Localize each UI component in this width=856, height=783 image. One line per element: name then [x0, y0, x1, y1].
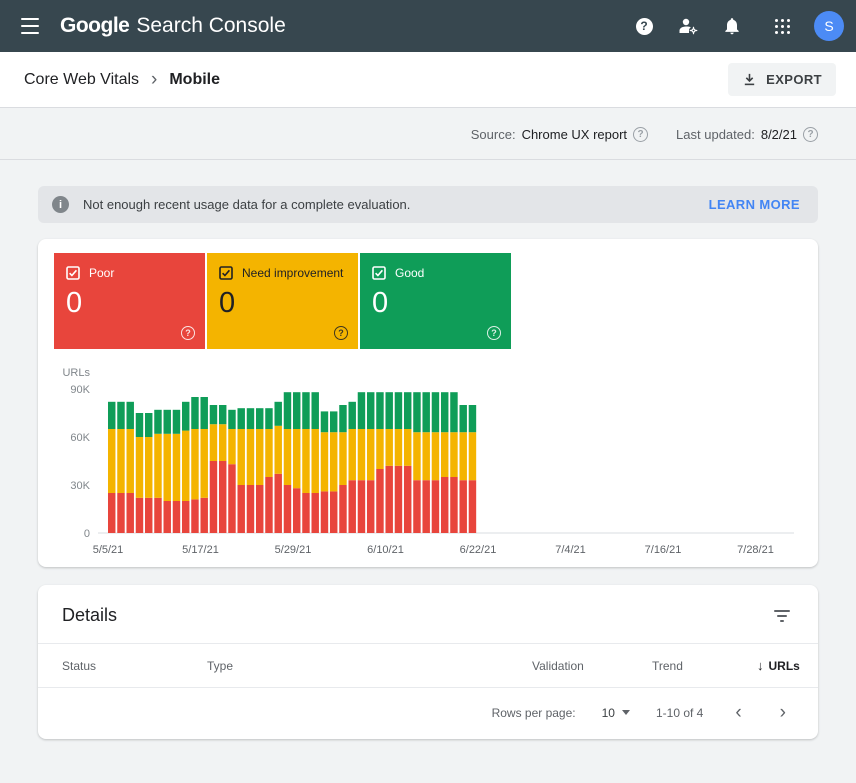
svg-text:URLs: URLs	[62, 367, 90, 379]
column-type: Type	[207, 659, 532, 673]
svg-text:5/29/21: 5/29/21	[275, 544, 312, 556]
tile-need-improvement-label: Need improvement	[242, 266, 343, 280]
svg-text:5/5/21: 5/5/21	[93, 544, 124, 556]
svg-text:30K: 30K	[70, 480, 90, 492]
chevron-right-icon: ›	[151, 70, 157, 89]
urls-stacked-bar-chart: URLs 0 30K 60K 90K 5/5/21 5/17/21 5/29/21 6/10/2…	[54, 363, 802, 559]
notifications-button[interactable]	[712, 6, 752, 46]
breadcrumb-core-web-vitals[interactable]: Core Web Vitals	[24, 71, 139, 89]
filter-icon	[774, 610, 790, 612]
svg-text:0: 0	[84, 528, 90, 540]
product-name: Search Console	[136, 14, 285, 38]
column-trend: Trend	[652, 659, 757, 673]
report-body: i Not enough recent usage data for a com…	[0, 160, 856, 759]
user-settings-button[interactable]	[668, 6, 708, 46]
details-title: Details	[62, 605, 117, 626]
breadcrumb-current-mobile: Mobile	[169, 71, 220, 89]
report-meta-row: Source: Chrome UX report ? Last updated:…	[0, 108, 856, 160]
bell-icon	[722, 16, 742, 36]
svg-text:5/17/21: 5/17/21	[182, 544, 219, 556]
source-label: Source:	[471, 127, 516, 142]
info-banner: i Not enough recent usage data for a com…	[38, 186, 818, 223]
details-card: Details Status Type Validation Trend ↓ U…	[38, 585, 818, 739]
help-icon: ?	[636, 18, 653, 35]
status-tiles: Poor 0 ? Need improvement 0 ?	[54, 253, 802, 349]
filter-button[interactable]	[770, 606, 794, 626]
tile-need-improvement[interactable]: Need improvement 0 ?	[207, 253, 358, 349]
topbar-actions: ?	[624, 6, 844, 46]
export-button[interactable]: EXPORT	[728, 63, 836, 96]
app-header: Google Search Console ?	[0, 0, 856, 52]
rows-per-page-select[interactable]: 10	[602, 706, 630, 720]
column-status: Status	[62, 659, 207, 673]
tile-need-improvement-value: 0	[219, 287, 346, 320]
svg-text:90K: 90K	[70, 384, 90, 396]
checkbox-checked-icon	[219, 266, 233, 280]
app-logo: Google Search Console	[60, 14, 286, 38]
svg-text:7/4/21: 7/4/21	[555, 544, 586, 556]
previous-page-button[interactable]: ‹	[729, 703, 747, 722]
last-updated-value: 8/2/21	[761, 127, 797, 142]
core-web-vitals-chart-card: Poor 0 ? Need improvement 0 ?	[38, 239, 818, 567]
learn-more-link[interactable]: LEARN MORE	[709, 197, 800, 212]
column-validation: Validation	[532, 659, 652, 673]
user-settings-icon	[677, 16, 699, 36]
apps-button[interactable]	[762, 6, 802, 46]
dropdown-caret-icon	[622, 710, 630, 715]
rows-per-page-value: 10	[602, 706, 615, 720]
checkbox-checked-icon	[66, 266, 80, 280]
banner-message: Not enough recent usage data for a compl…	[83, 197, 410, 212]
svg-text:7/16/21: 7/16/21	[645, 544, 682, 556]
tile-poor-value: 0	[66, 287, 193, 320]
details-table-header: Status Type Validation Trend ↓ URLs	[38, 643, 818, 688]
menu-button[interactable]	[10, 6, 50, 46]
help-icon[interactable]: ?	[487, 326, 501, 340]
hamburger-icon	[21, 18, 39, 20]
sort-descending-icon: ↓	[757, 658, 764, 673]
tile-good-label: Good	[395, 266, 424, 280]
rows-per-page-label: Rows per page:	[492, 706, 576, 720]
checkbox-checked-icon	[372, 266, 386, 280]
help-button[interactable]: ?	[624, 6, 664, 46]
info-icon: i	[52, 196, 69, 213]
column-urls-sort[interactable]: ↓ URLs	[757, 658, 800, 673]
tile-poor[interactable]: Poor 0 ?	[54, 253, 205, 349]
chart-canvas: URLs 0 30K 60K 90K 5/5/21 5/17/21 5/29/21 6/10/2…	[54, 363, 800, 559]
account-avatar[interactable]: S	[814, 11, 844, 41]
breadcrumb: Core Web Vitals › Mobile	[24, 70, 220, 89]
tile-good[interactable]: Good 0 ?	[360, 253, 511, 349]
export-label: EXPORT	[766, 72, 822, 87]
svg-text:60K: 60K	[70, 432, 90, 444]
tile-poor-label: Poor	[89, 266, 114, 280]
help-icon[interactable]: ?	[181, 326, 195, 340]
column-urls-label: URLs	[769, 659, 800, 673]
help-icon[interactable]: ?	[334, 326, 348, 340]
svg-text:6/22/21: 6/22/21	[460, 544, 497, 556]
svg-text:7/28/21: 7/28/21	[737, 544, 774, 556]
breadcrumb-bar: Core Web Vitals › Mobile EXPORT	[0, 52, 856, 108]
next-page-button[interactable]: ›	[774, 703, 792, 722]
tile-good-value: 0	[372, 287, 499, 320]
pagination-range: 1-10 of 4	[656, 706, 703, 720]
apps-grid-icon	[775, 19, 790, 34]
help-icon[interactable]: ?	[803, 127, 818, 142]
source-value: Chrome UX report	[522, 127, 627, 142]
google-logo-text: Google	[60, 14, 129, 38]
download-icon	[742, 72, 757, 87]
svg-text:6/10/21: 6/10/21	[367, 544, 404, 556]
help-icon[interactable]: ?	[633, 127, 648, 142]
pagination: Rows per page: 10 1-10 of 4 ‹ ›	[38, 688, 818, 739]
last-updated-label: Last updated:	[676, 127, 755, 142]
